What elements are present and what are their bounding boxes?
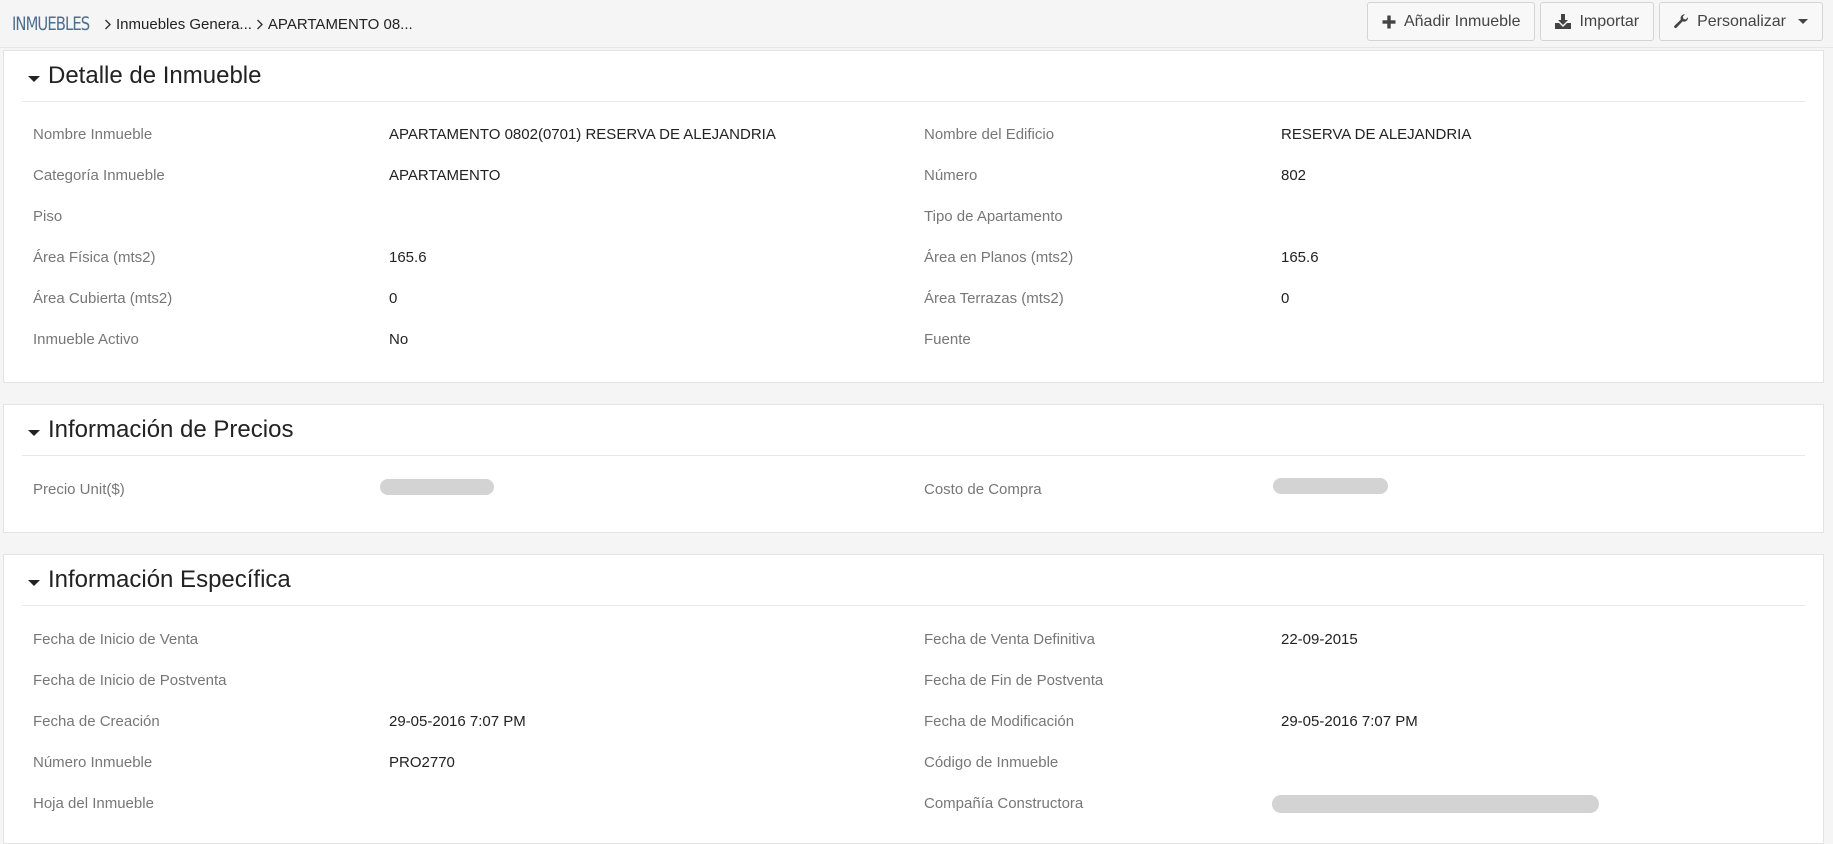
customize-button[interactable]: Personalizar	[1659, 2, 1823, 41]
caret-down-icon	[28, 580, 40, 586]
panel-detalle-header[interactable]: Detalle de Inmueble	[22, 51, 1805, 102]
field-value[interactable]: 0	[389, 281, 397, 316]
field-value[interactable]: 802	[1281, 158, 1306, 193]
field-row: Fecha de Inicio de Venta Fecha de Venta …	[4, 622, 1823, 657]
plus-icon	[1382, 15, 1396, 29]
field-value[interactable]: APARTAMENTO 0802(0701) RESERVA DE ALEJAN…	[389, 117, 776, 152]
field-label: Área Terrazas (mts2)	[924, 290, 1064, 307]
field-row: Número Inmueble PRO2770 Código de Inmueb…	[4, 745, 1823, 780]
field-value[interactable]: PRO2770	[389, 745, 455, 780]
field-value[interactable]: 165.6	[1281, 240, 1319, 275]
field-row: Piso Tipo de Apartamento	[4, 199, 1823, 234]
panel-detalle-inmueble: Detalle de Inmueble Nombre Inmueble APAR…	[3, 50, 1824, 383]
panel-especifica-header[interactable]: Información Específica	[22, 555, 1805, 606]
field-label: Tipo de Apartamento	[924, 208, 1063, 225]
import-label: Importar	[1579, 12, 1640, 30]
import-button[interactable]: Importar	[1540, 2, 1655, 41]
field-row: Categoría Inmueble APARTAMENTO Número 80…	[4, 158, 1823, 193]
field-label: Costo de Compra	[924, 481, 1042, 498]
field-value[interactable]: 0	[1281, 281, 1289, 316]
breadcrumb-item-current: APARTAMENTO 08...	[267, 15, 413, 33]
field-value[interactable]: 29-05-2016 7:07 PM	[1281, 704, 1418, 739]
field-label: Hoja del Inmueble	[33, 795, 154, 812]
field-row: Fecha de Inicio de Postventa Fecha de Fi…	[4, 663, 1823, 698]
field-row: Área Física (mts2) 165.6 Área en Planos …	[4, 240, 1823, 275]
field-row: Nombre Inmueble APARTAMENTO 0802(0701) R…	[4, 117, 1823, 152]
field-label: Fecha de Modificación	[924, 713, 1075, 730]
field-label: Fecha de Inicio de Venta	[33, 631, 199, 648]
field-label: Número	[924, 167, 978, 184]
wrench-icon	[1674, 14, 1689, 29]
field-label: Fuente	[924, 331, 971, 348]
caret-down-icon	[1798, 19, 1808, 24]
redacted-value	[1273, 478, 1388, 494]
field-value[interactable]: 165.6	[389, 240, 427, 275]
field-label: Número Inmueble	[33, 754, 153, 771]
field-label: Fecha de Venta Definitiva	[924, 631, 1095, 648]
panel-title: Información Específica	[48, 566, 291, 593]
field-value[interactable]: No	[389, 322, 408, 357]
redacted-value	[380, 479, 494, 495]
redacted-value	[1272, 795, 1599, 813]
customize-label: Personalizar	[1697, 12, 1786, 30]
field-label: Área Cubierta (mts2)	[33, 290, 173, 307]
chevron-right-icon	[254, 17, 268, 31]
field-label: Categoría Inmueble	[33, 167, 165, 184]
panel-title: Detalle de Inmueble	[48, 62, 262, 89]
field-value[interactable]: APARTAMENTO	[389, 158, 500, 193]
field-label: Fecha de Creación	[33, 713, 160, 730]
caret-down-icon	[28, 430, 40, 436]
panel-title: Información de Precios	[48, 416, 294, 443]
add-inmueble-label: Añadir Inmueble	[1403, 12, 1521, 30]
field-row: Fecha de Creación 29-05-2016 7:07 PM Fec…	[4, 704, 1823, 739]
breadcrumb: INMUEBLES Inmuebles Genera... APARTAMENT…	[12, 9, 415, 39]
field-row: Precio Unit($) Costo de Compra	[4, 472, 1823, 507]
field-label: Nombre Inmueble	[33, 126, 153, 143]
field-value[interactable]: RESERVA DE ALEJANDRIA	[1281, 117, 1471, 152]
download-icon	[1555, 14, 1572, 29]
field-value[interactable]: 22-09-2015	[1281, 622, 1358, 657]
breadcrumb-item-list[interactable]: Inmuebles Genera...	[116, 16, 252, 33]
field-row: Área Cubierta (mts2) 0 Área Terrazas (mt…	[4, 281, 1823, 316]
field-label: Fecha de Fin de Postventa	[924, 672, 1104, 689]
field-label: Piso	[33, 208, 63, 225]
chevron-right-icon	[102, 17, 116, 31]
field-value[interactable]: 29-05-2016 7:07 PM	[389, 704, 526, 739]
field-label: Fecha de Inicio de Postventa	[33, 672, 227, 689]
field-label: Nombre del Edificio	[924, 126, 1055, 143]
field-row: Inmueble Activo No Fuente	[4, 322, 1823, 357]
caret-down-icon	[28, 76, 40, 82]
breadcrumb-module[interactable]: INMUEBLES	[12, 13, 90, 35]
panel-informacion-precios: Información de Precios Precio Unit($) Co…	[3, 404, 1824, 533]
panel-informacion-especifica: Información Específica Fecha de Inicio d…	[3, 554, 1824, 844]
field-label: Inmueble Activo	[33, 331, 139, 348]
field-label: Precio Unit($)	[33, 481, 125, 498]
add-inmueble-button[interactable]: Añadir Inmueble	[1366, 2, 1536, 41]
panel-precios-header[interactable]: Información de Precios	[22, 405, 1805, 456]
field-label: Área en Planos (mts2)	[924, 249, 1074, 266]
field-label: Área Física (mts2)	[33, 249, 156, 266]
field-label: Código de Inmueble	[924, 754, 1059, 771]
toolbar: Añadir Inmueble Importar Personalizar	[1366, 2, 1823, 41]
top-bar: INMUEBLES Inmuebles Genera... APARTAMENT…	[0, 0, 1833, 48]
field-label: Compañía Constructora	[924, 795, 1084, 812]
